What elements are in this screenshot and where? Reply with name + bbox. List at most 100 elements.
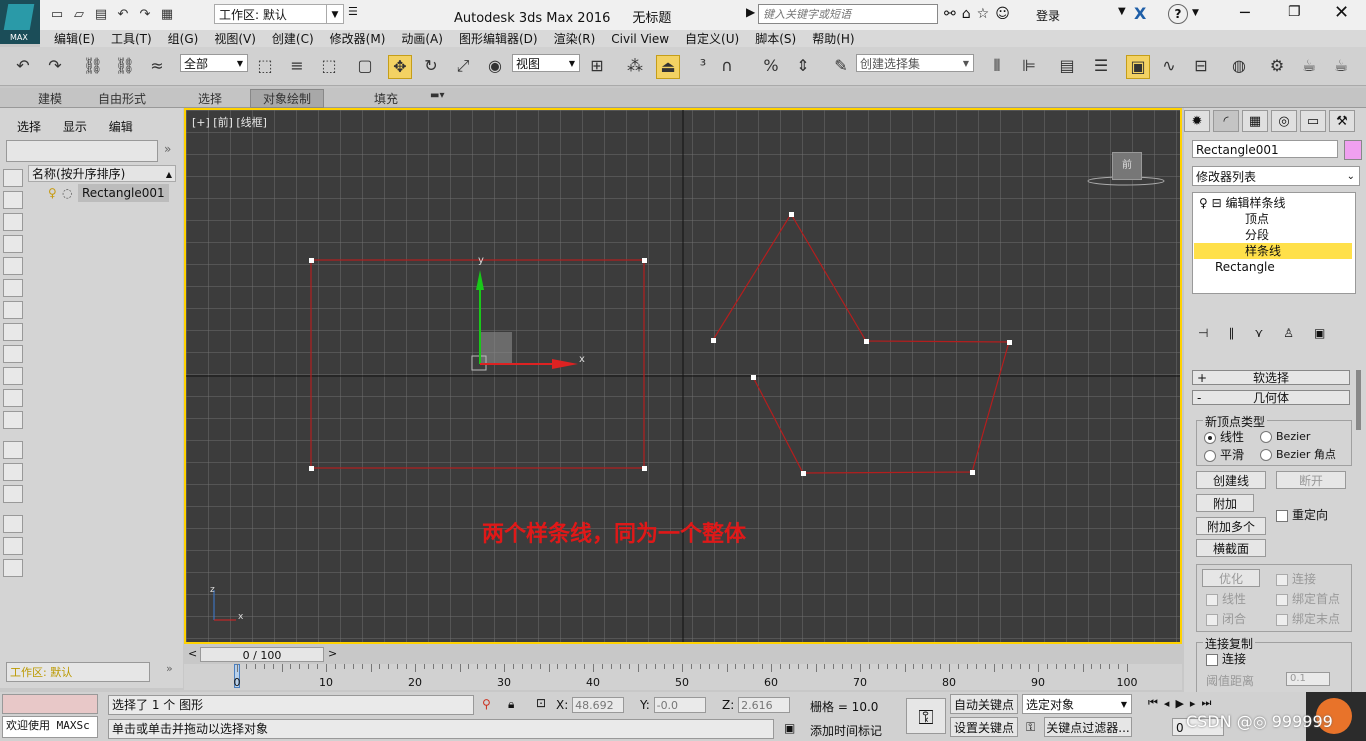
menu-modifiers[interactable]: 修改器(M) <box>330 30 386 47</box>
login-button[interactable]: 登录 <box>1036 7 1060 24</box>
reorient-checkbox[interactable]: 重定向 <box>1276 508 1328 522</box>
minimize-button[interactable]: ─ <box>1240 3 1250 22</box>
display-invert-icon[interactable] <box>3 463 23 481</box>
menu-edit[interactable]: 编辑(E) <box>54 30 95 47</box>
key-filter-icon[interactable]: ⚿ <box>1026 720 1035 735</box>
closed-checkbox[interactable]: 闭合 <box>1206 612 1246 626</box>
display-all-icon[interactable] <box>3 441 23 459</box>
save-file-icon[interactable]: ▤ <box>92 6 110 24</box>
display-containers-icon[interactable] <box>3 389 23 407</box>
select-object-icon[interactable]: ⬚ <box>254 55 276 77</box>
lightbulb-icon[interactable]: ♀ <box>1199 196 1208 210</box>
named-selection-select[interactable]: 创建选择集 ▼ <box>856 54 974 72</box>
rectangular-selection-icon[interactable]: ⬚ <box>318 55 340 77</box>
key-target-select[interactable]: 选定对象 ▼ <box>1022 694 1132 714</box>
pivot-center-icon[interactable]: ⊞ <box>586 55 608 77</box>
explorer-menu-display[interactable]: 显示 <box>63 120 87 134</box>
angle-snap-icon[interactable]: ∩ <box>716 55 738 77</box>
close-button[interactable]: ✕ <box>1334 2 1349 23</box>
viewport-label-menu[interactable]: [+] [前] [线框] <box>192 114 267 130</box>
viewport-canvas[interactable]: y x z x <box>186 110 1180 642</box>
break-button[interactable]: 断开 <box>1276 471 1346 489</box>
time-prev-icon[interactable]: < <box>188 647 197 660</box>
create-tab-icon[interactable]: ✹ <box>1184 110 1210 132</box>
next-frame-icon[interactable]: ▸ <box>1190 697 1196 710</box>
spinner-snap-icon[interactable]: ⇕ <box>792 55 814 77</box>
hierarchy-tab-icon[interactable]: ▦ <box>1242 110 1268 132</box>
display-tab-icon[interactable]: ▭ <box>1300 110 1326 132</box>
time-slider[interactable]: 0 / 100 <box>200 647 324 662</box>
snaps-toggle-icon[interactable]: ³ <box>692 55 714 77</box>
display-none-filter-icon[interactable] <box>3 485 23 503</box>
time-next-icon[interactable]: > <box>328 647 337 660</box>
add-time-tag[interactable]: 添加时间标记 <box>810 722 882 739</box>
configure-sets-icon[interactable]: ▣ <box>1314 326 1325 340</box>
tab-selection[interactable]: 选择 <box>198 90 222 107</box>
explorer-menu-edit[interactable]: 编辑 <box>109 120 133 134</box>
select-and-scale-icon[interactable]: ⤢ <box>452 55 474 77</box>
utilities-tab-icon[interactable]: ⚒ <box>1329 110 1355 132</box>
attach-multiple-button[interactable]: 附加多个 <box>1196 517 1266 535</box>
menu-tools[interactable]: 工具(T) <box>111 30 152 47</box>
viewcube[interactable]: 前 <box>1112 152 1142 180</box>
show-end-result-icon[interactable]: ∥ <box>1228 326 1234 340</box>
menu-graph-editors[interactable]: 图形编辑器(D) <box>459 30 538 47</box>
set-key-icon[interactable]: ⚿ <box>906 698 946 734</box>
workspace-select[interactable]: 工作区: 默认 ▼ <box>214 4 344 24</box>
object-color-swatch[interactable] <box>1344 140 1362 160</box>
select-and-move-icon[interactable]: ✥ <box>388 55 412 79</box>
edit-named-selection-icon[interactable]: ✎ <box>830 55 852 77</box>
scene-explorer-icon[interactable]: ☰ <box>1090 55 1112 77</box>
bind-first-checkbox[interactable]: 绑定首点 <box>1276 592 1340 606</box>
keyboard-shortcut-override-icon[interactable]: ⏏ <box>656 55 680 79</box>
user-icon[interactable]: ☺ <box>995 6 1010 22</box>
curve-editor-icon[interactable]: ∿ <box>1158 55 1180 77</box>
menu-create[interactable]: 创建(C) <box>272 30 314 47</box>
modifier-list-select[interactable]: 修改器列表 ⌄ <box>1192 166 1360 186</box>
radio-linear[interactable]: 线性 <box>1204 430 1244 444</box>
filter-icon[interactable] <box>3 515 23 533</box>
undo-icon[interactable]: ↶ <box>12 55 34 77</box>
search-input[interactable]: 键入关键字或短语 <box>758 4 938 24</box>
reference-coordinate-select[interactable]: 视图 ▼ <box>512 54 580 72</box>
x-input[interactable]: 48.692 <box>572 697 625 713</box>
soft-selection-rollout[interactable]: + 软选择 <box>1192 370 1350 385</box>
key-filters-button[interactable]: 关键点过滤器... <box>1044 717 1132 737</box>
ribbon-options-icon[interactable]: ▬▾ <box>430 90 444 101</box>
render-production-icon[interactable]: ☕ <box>1330 55 1352 77</box>
chevron-down-icon[interactable]: ▼ <box>1118 6 1126 17</box>
display-bones-icon[interactable] <box>3 367 23 385</box>
viewport-front[interactable]: y x z x [+] [前] [线框] 前 两个样条线，同为一个整体 <box>184 108 1182 644</box>
maxscript-input[interactable]: 欢迎使用 MAXSc <box>2 716 98 738</box>
redo-icon[interactable]: ↷ <box>44 55 66 77</box>
explorer-menu-select[interactable]: 选择 <box>17 120 41 134</box>
communication-icon[interactable]: ⌂ <box>962 6 971 22</box>
undo-icon[interactable]: ↶ <box>114 6 132 24</box>
time-tag-icon[interactable]: ▣ <box>784 721 795 735</box>
help-icon[interactable]: ? <box>1168 4 1188 24</box>
linear-checkbox[interactable]: 线性 <box>1206 592 1246 606</box>
attach-button[interactable]: 附加 <box>1196 494 1254 512</box>
goto-end-icon[interactable]: ⏭ <box>1201 696 1211 710</box>
stack-item-vertex[interactable]: 顶点 <box>1245 211 1269 227</box>
radio-bezier-corner[interactable]: Bezier 角点 <box>1260 448 1336 462</box>
threshold-input[interactable]: 0.1 <box>1286 672 1330 686</box>
selection-lock-icon[interactable]: 🔒︎ <box>508 697 514 712</box>
unlink-icon[interactable]: ⛓ <box>114 55 136 77</box>
display-frozen-icon[interactable] <box>3 411 23 429</box>
motion-tab-icon[interactable]: ◎ <box>1271 110 1297 132</box>
select-and-rotate-icon[interactable]: ↻ <box>420 55 442 77</box>
new-file-icon[interactable]: ▭ <box>48 6 66 24</box>
refine-button[interactable]: 优化 <box>1202 569 1260 587</box>
absolute-mode-icon[interactable]: ⊡ <box>536 696 546 710</box>
exchange-apps-icon[interactable]: X <box>1134 4 1146 23</box>
connect-copy-checkbox[interactable]: 连接 <box>1206 652 1246 666</box>
remove-modifier-icon[interactable]: ♙ <box>1283 326 1294 340</box>
radio-smooth[interactable]: 平滑 <box>1204 448 1244 462</box>
layer-manager-icon[interactable]: ▤ <box>1056 55 1078 77</box>
toggle-ribbon-icon[interactable]: ▣ <box>1126 55 1150 79</box>
bind-space-warp-icon[interactable]: ≈ <box>146 55 168 77</box>
expand-icon[interactable]: » <box>166 662 173 675</box>
menu-views[interactable]: 视图(V) <box>214 30 256 47</box>
cross-section-button[interactable]: 横截面 <box>1196 539 1266 557</box>
